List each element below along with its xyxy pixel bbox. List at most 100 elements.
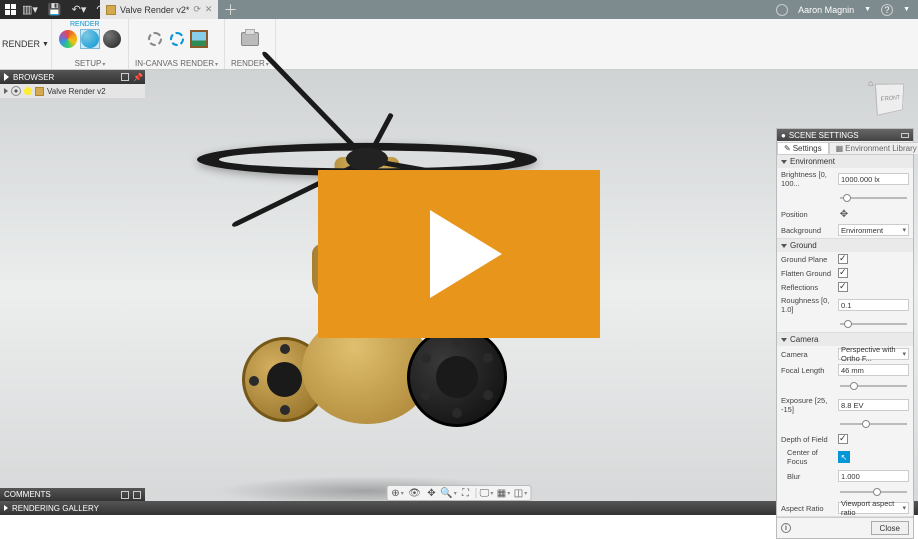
user-name[interactable]: Aaron Magnin — [798, 5, 854, 15]
scene-panel-title[interactable]: ●SCENE SETTINGS — [777, 129, 913, 141]
appearance-icon[interactable] — [58, 29, 78, 49]
comments-panel-header[interactable]: COMMENTS — [0, 488, 145, 501]
scene-settings-panel: ●SCENE SETTINGS ✎Settings ▦Environment L… — [776, 128, 914, 539]
ground-plane-label: Ground Plane — [781, 255, 835, 264]
browser-gear-icon[interactable] — [121, 73, 129, 81]
aspect-label: Aspect Ratio — [781, 504, 835, 513]
gallery-title: RENDERING GALLERY — [12, 504, 99, 513]
job-status-icon[interactable] — [776, 4, 788, 16]
app-grid-icon[interactable] — [4, 4, 16, 16]
section-ground[interactable]: Ground — [777, 239, 913, 252]
browser-title: BROWSER — [13, 73, 54, 82]
camera-select[interactable]: Perspective with Ortho F... — [838, 348, 909, 360]
browser-pin-icon[interactable]: 📌 — [133, 73, 141, 81]
file-menu-icon[interactable]: ▥▾ — [22, 3, 38, 16]
viewcube-home-icon[interactable]: ⌂ — [868, 78, 873, 88]
save-icon[interactable]: 💾 — [48, 3, 62, 16]
focal-slider[interactable] — [838, 380, 909, 392]
blur-slider[interactable] — [838, 486, 909, 498]
doc-tab-close-icon[interactable]: ✕ — [205, 4, 213, 15]
document-tab-strip: Valve Render v2* ⟳ ✕ ＋ Aaron Magnin▼ ?▼ — [100, 0, 918, 19]
tree-expand-icon[interactable] — [4, 88, 8, 94]
dof-checkbox[interactable] — [838, 434, 848, 444]
viewcube-face[interactable]: FRONT — [875, 83, 904, 115]
ribbon-tab[interactable]: RENDER — [55, 19, 115, 29]
roughness-input[interactable]: 0.1 — [838, 299, 909, 311]
capture-image-icon[interactable] — [189, 29, 209, 49]
play-icon — [430, 210, 502, 298]
close-button[interactable]: Close — [871, 521, 909, 535]
panel-label-setup[interactable]: SETUP — [75, 59, 106, 68]
scene-panel-collapse-icon[interactable] — [901, 133, 909, 138]
brush-icon: ✎ — [784, 144, 791, 153]
scene-settings-icon[interactable] — [80, 29, 100, 49]
zoom-icon[interactable]: 🔍 — [442, 486, 456, 500]
render-icon[interactable] — [240, 29, 260, 49]
cof-label: Center of Focus — [781, 448, 835, 466]
visibility-icon[interactable] — [11, 86, 21, 96]
play-video-button[interactable] — [318, 170, 600, 338]
section-environment[interactable]: Environment — [777, 155, 913, 168]
undo-icon[interactable]: ↶▾ — [72, 3, 87, 16]
component-icon — [35, 87, 44, 96]
navigation-toolbar: ⊕ 👁 ✥ 🔍 ⛶ 🖵 ▦ ◫ — [387, 485, 532, 501]
background-label: Background — [781, 226, 835, 235]
brightness-label: Brightness [0, 100... — [781, 170, 835, 188]
incanvas-settings-icon[interactable] — [167, 29, 187, 49]
browser-collapse-icon[interactable] — [4, 73, 9, 81]
bulb-icon[interactable] — [24, 87, 32, 95]
doc-cube-icon — [106, 5, 116, 15]
exposure-slider[interactable] — [838, 418, 909, 430]
flatten-ground-checkbox[interactable] — [838, 268, 848, 278]
viewport-layout-icon[interactable]: ◫ — [514, 486, 528, 500]
browser-root-node[interactable]: Valve Render v2 — [0, 84, 145, 98]
document-tab[interactable]: Valve Render v2* ⟳ ✕ — [100, 0, 218, 19]
blur-input[interactable]: 1.000 — [838, 470, 909, 482]
exposure-label: Exposure [25, -15] — [781, 396, 835, 414]
camera-label: Camera — [781, 350, 835, 359]
blur-label: Blur — [781, 472, 835, 481]
texture-map-icon[interactable] — [102, 29, 122, 49]
brightness-input[interactable]: 1000.000 lx — [838, 173, 909, 185]
reflections-checkbox[interactable] — [838, 282, 848, 292]
brightness-slider[interactable] — [838, 192, 909, 204]
aspect-select[interactable]: Viewport aspect ratio — [838, 502, 909, 514]
flatten-ground-label: Flatten Ground — [781, 269, 835, 278]
ribbon-panel-incanvas: IN-CANVAS RENDER — [129, 19, 225, 69]
workspace-switcher[interactable]: RENDER▼ — [0, 19, 52, 69]
doc-tab-recover-icon[interactable]: ⟳ — [193, 4, 201, 15]
center-of-focus-picker[interactable]: ↖ — [838, 451, 850, 463]
orbit-icon[interactable]: ⊕ — [391, 486, 405, 500]
comments-expand-icon[interactable] — [133, 491, 141, 499]
panel-label-render[interactable]: RENDER — [231, 59, 269, 68]
position-label: Position — [781, 210, 835, 219]
browser-panel-header[interactable]: BROWSER 📌 — [0, 70, 145, 84]
focal-label: Focal Length — [781, 366, 835, 375]
gallery-expand-icon[interactable] — [4, 505, 8, 511]
position-move-icon[interactable]: ✥ — [838, 208, 850, 220]
help-icon[interactable]: ? — [881, 4, 893, 16]
pan-icon[interactable]: ✥ — [425, 486, 439, 500]
reflections-label: Reflections — [781, 283, 835, 292]
exposure-input[interactable]: 8.8 EV — [838, 399, 909, 411]
tab-environment-library[interactable]: ▦Environment Library — [829, 142, 918, 154]
tab-settings[interactable]: ✎Settings — [777, 142, 829, 154]
ribbon: RENDER▼ SETUP IN-CANVAS RENDER RENDER — [0, 19, 918, 70]
display-settings-icon[interactable]: 🖵 — [480, 486, 494, 500]
incanvas-render-icon[interactable] — [145, 29, 165, 49]
comments-gear-icon[interactable] — [121, 491, 129, 499]
ground-plane-checkbox[interactable] — [838, 254, 848, 264]
panel-label-incanvas[interactable]: IN-CANVAS RENDER — [135, 59, 218, 68]
grid-settings-icon[interactable]: ▦ — [497, 486, 511, 500]
focal-input[interactable]: 46 mm — [838, 364, 909, 376]
comments-title: COMMENTS — [4, 490, 51, 499]
roughness-slider[interactable] — [838, 318, 909, 330]
look-icon[interactable]: 👁 — [408, 486, 422, 500]
roughness-label: Roughness [0, 1.0] — [781, 296, 835, 314]
info-icon[interactable]: i — [781, 523, 791, 533]
background-select[interactable]: Environment — [838, 224, 909, 236]
viewcube[interactable]: ⌂ FRONT — [872, 80, 910, 118]
fit-icon[interactable]: ⛶ — [459, 486, 473, 500]
dof-label: Depth of Field — [781, 435, 835, 444]
new-tab-button[interactable]: ＋ — [221, 1, 239, 19]
